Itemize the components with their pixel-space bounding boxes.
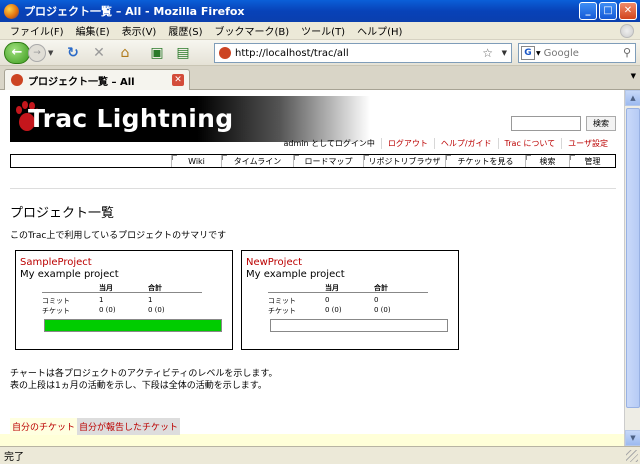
search-engine-icon[interactable]: G [521, 46, 535, 60]
new-tab-icon[interactable]: ▣ [146, 42, 168, 64]
reported-tickets-link[interactable]: 自分が報告したチケット [77, 418, 181, 435]
close-button[interactable]: ✕ [619, 2, 637, 20]
tickets-total-value: 0 (0) [374, 306, 391, 314]
nav-search[interactable]: 検索 [525, 155, 569, 167]
home-icon[interactable]: ⌂ [114, 42, 136, 64]
project-card-sampleproject: SampleProject My example project 当月 合計 コ… [15, 250, 233, 350]
tickets-label: チケット [268, 307, 296, 315]
scroll-thumb[interactable] [626, 108, 640, 408]
bookmark-star-icon[interactable]: ☆ [482, 46, 493, 60]
search-icon[interactable]: ⚲ [623, 46, 631, 59]
menu-tools[interactable]: ツール(T) [295, 23, 351, 38]
back-button[interactable]: ← [4, 41, 30, 64]
commits-total-value: 0 [374, 296, 379, 304]
reload-icon[interactable]: ↻ [62, 42, 84, 64]
navigation-toolbar: ← → ▼ ↻ ✕ ⌂ ▣ ▤ http://localhost/trac/al… [0, 40, 640, 66]
minimize-button[interactable]: _ [579, 2, 597, 20]
tab-favicon-icon [11, 74, 23, 86]
tickets-total-value: 0 (0) [148, 306, 165, 314]
project-name-link[interactable]: SampleProject [20, 257, 92, 268]
preferences-link[interactable]: ユーザ設定 [568, 139, 608, 148]
title-bar: プロジェクト一覧 – All - Mozilla Firefox _ □ ✕ [0, 0, 640, 22]
footer-band [0, 434, 624, 446]
url-bar[interactable]: http://localhost/trac/all ☆ ▼ [214, 43, 512, 63]
tickets-month-value: 0 (0) [99, 306, 116, 314]
activity-bar-fill [45, 320, 221, 331]
menu-history[interactable]: 履歴(S) [162, 23, 208, 38]
page-title: プロジェクト一覧 [10, 206, 115, 221]
header-divider [10, 188, 616, 189]
menu-bar: ファイル(F) 編集(E) 表示(V) 履歴(S) ブックマーク(B) ツール(… [0, 22, 640, 40]
logout-link[interactable]: ログアウト [388, 139, 428, 148]
project-description: My example project [20, 269, 119, 280]
tickets-label: チケット [42, 307, 70, 315]
site-favicon-icon [219, 47, 231, 59]
window-title: プロジェクト一覧 – All - Mozilla Firefox [24, 5, 245, 18]
chart-note-line-2: 表の上段は1ヵ月の活動を示し、下段は全体の活動を示します。 [10, 381, 267, 391]
trac-logo-text: Trac Lightning [28, 104, 234, 133]
menu-edit[interactable]: 編集(E) [70, 23, 116, 38]
help-guide-link[interactable]: ヘルプ/ガイド [441, 139, 492, 148]
project-description: My example project [246, 269, 345, 280]
forward-button[interactable]: → [28, 43, 46, 62]
page-viewport: Trac Lightning 検索 admin としてログイン中 ログアウト ヘ… [0, 90, 624, 446]
tab-list-dropdown-icon[interactable]: ▼ [631, 72, 636, 80]
stat-divider [42, 292, 202, 293]
nav-wiki[interactable]: Wiki [171, 155, 221, 167]
commits-label: コミット [268, 297, 296, 305]
commits-month-value: 1 [99, 296, 104, 304]
activity-bar [44, 319, 222, 332]
stat-divider [268, 292, 428, 293]
activity-bar [270, 319, 448, 332]
commits-label: コミット [42, 297, 70, 305]
tab-project-list[interactable]: プロジェクト一覧 – All ✕ [4, 69, 190, 90]
logged-in-user: admin としてログイン中 [283, 139, 375, 148]
engine-dropdown-icon[interactable]: ▼ [536, 50, 541, 57]
status-text: 完了 [4, 452, 24, 463]
project-card-newproject: NewProject My example project 当月 合計 コミット… [241, 250, 459, 350]
menu-bookmarks[interactable]: ブックマーク(B) [209, 23, 296, 38]
nav-browse-source[interactable]: リポジトリブラウザ [363, 155, 445, 167]
menu-file[interactable]: ファイル(F) [4, 23, 70, 38]
main-navigation: Wiki タイムライン ロードマップ リポジトリブラウザ チケットを見る 検索 … [10, 154, 616, 168]
meta-navigation: admin としてログイン中 ログアウト ヘルプ/ガイド Trac について ユ… [277, 138, 614, 149]
throbber-icon [620, 24, 634, 38]
nav-timeline[interactable]: タイムライン [221, 155, 293, 167]
tab-label: プロジェクト一覧 – All [28, 76, 135, 88]
nav-roadmap[interactable]: ロードマップ [293, 155, 363, 167]
web-search-input[interactable] [543, 47, 614, 59]
stop-icon[interactable]: ✕ [88, 42, 110, 64]
commits-month-value: 0 [325, 296, 330, 304]
trac-search-input[interactable] [511, 116, 581, 131]
tab-close-icon[interactable]: ✕ [172, 74, 184, 86]
project-name-link[interactable]: NewProject [246, 257, 302, 268]
my-tickets-link[interactable]: 自分のチケット [10, 418, 78, 435]
history-dropdown-icon[interactable]: ▼ [48, 49, 58, 57]
nav-admin[interactable]: 管理 [569, 155, 615, 167]
resize-grip-icon[interactable] [626, 450, 638, 462]
about-trac-link[interactable]: Trac について [505, 139, 556, 148]
commits-total-value: 1 [148, 296, 153, 304]
ticket-links: 自分のチケット 自分が報告したチケット [10, 418, 181, 435]
menu-view[interactable]: 表示(V) [116, 23, 163, 38]
web-search-box[interactable]: G ▼ ⚲ [518, 43, 636, 63]
bookmark-add-icon[interactable]: ▤ [172, 42, 194, 64]
nav-view-tickets[interactable]: チケットを見る [445, 155, 525, 167]
tickets-month-value: 0 (0) [325, 306, 342, 314]
maximize-button[interactable]: □ [599, 2, 617, 20]
status-bar: 完了 [0, 446, 640, 464]
page-description: このTrac上で利用しているプロジェクトのサマリです [10, 231, 227, 241]
trac-search-button[interactable]: 検索 [586, 116, 616, 131]
trac-banner[interactable]: Trac Lightning [10, 96, 370, 142]
menu-help[interactable]: ヘルプ(H) [351, 23, 408, 38]
tab-strip: プロジェクト一覧 – All ✕ ▼ [0, 66, 640, 90]
url-dropdown-icon[interactable]: ▼ [502, 49, 507, 57]
url-text: http://localhost/trac/all [235, 47, 349, 59]
scroll-up-icon[interactable]: ▲ [625, 90, 640, 106]
scroll-down-icon[interactable]: ▼ [625, 430, 640, 446]
vertical-scrollbar[interactable]: ▲ ▼ [624, 90, 640, 446]
firefox-icon [4, 3, 19, 19]
